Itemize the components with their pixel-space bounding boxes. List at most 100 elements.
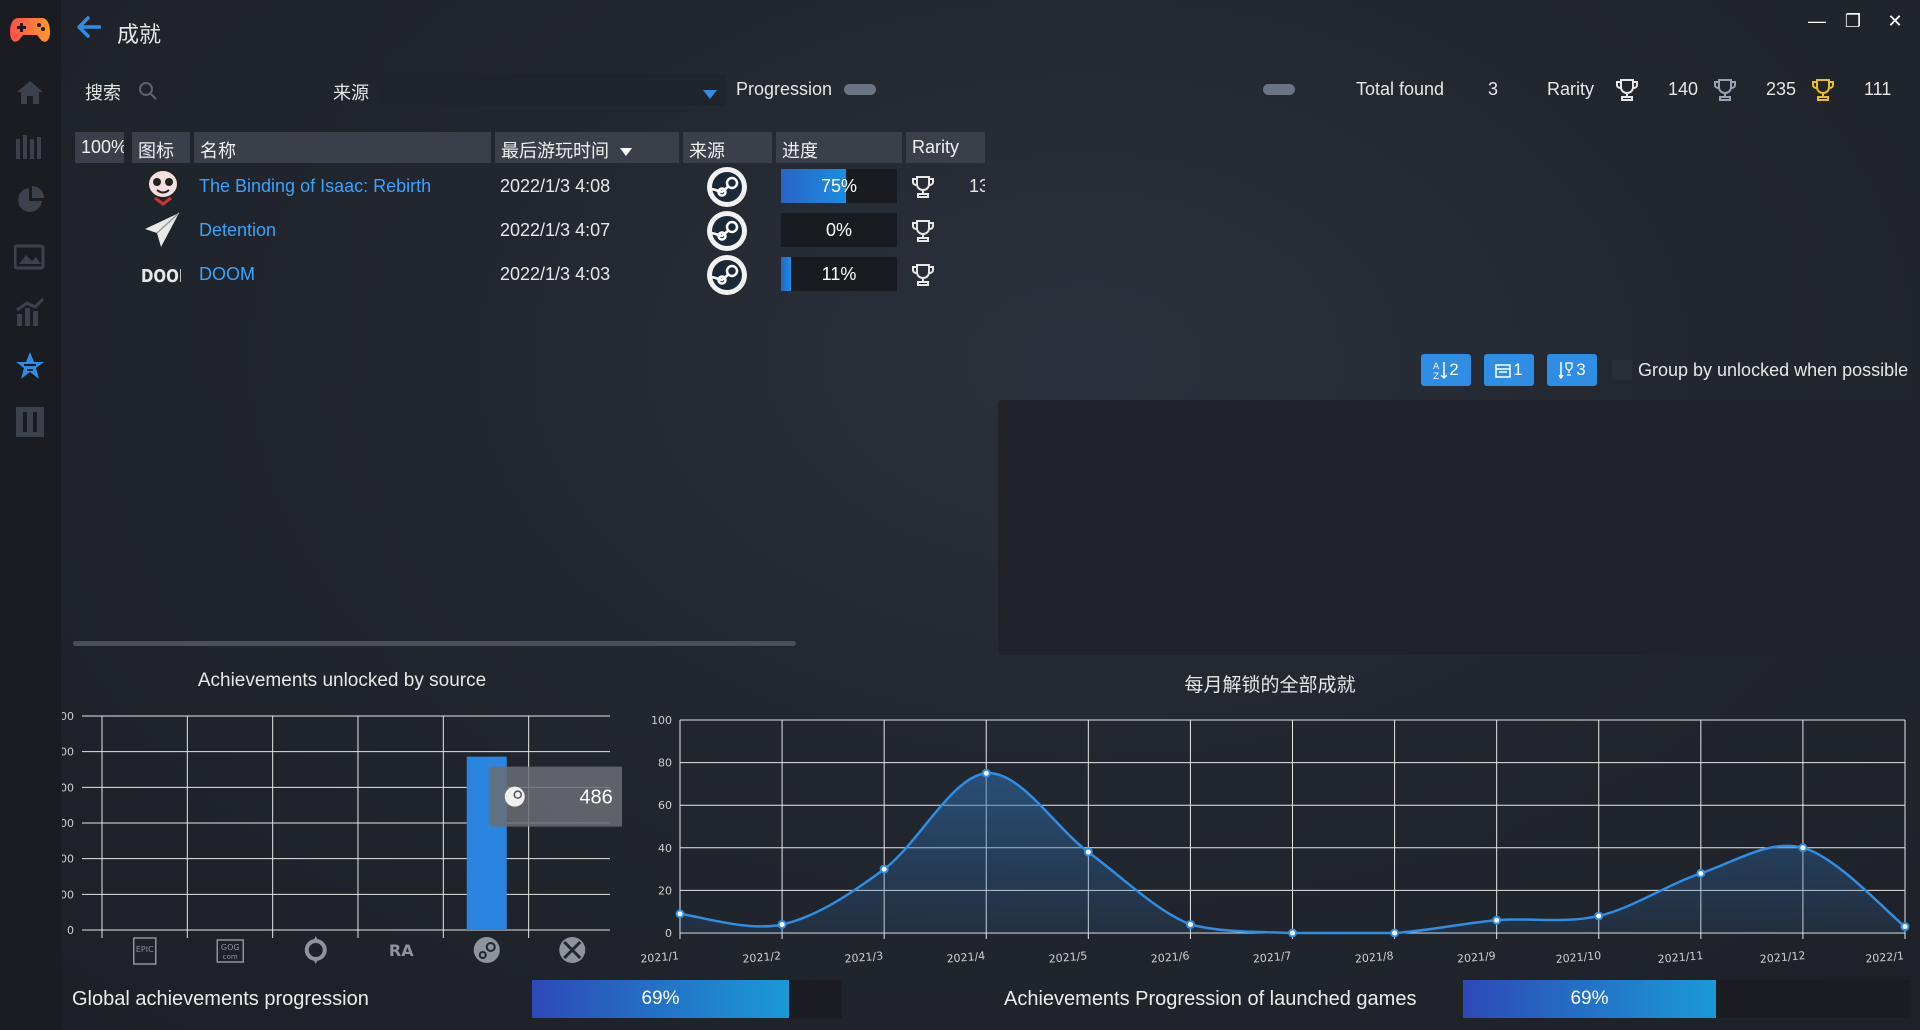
calendar-icon bbox=[1495, 364, 1512, 378]
y-tick-label: 600 bbox=[62, 710, 74, 723]
group-checkbox[interactable] bbox=[1612, 360, 1632, 380]
progression-label: Progression bbox=[736, 79, 833, 99]
progress-bar: 75% bbox=[781, 169, 897, 203]
progress-text: 75% bbox=[820, 176, 858, 196]
trophy-common-icon bbox=[1616, 78, 1638, 107]
achievement-detail-panel bbox=[998, 400, 1920, 655]
game-name-link[interactable]: DOOM bbox=[199, 264, 255, 285]
last-played-time: 2022/1/3 4:08 bbox=[500, 176, 611, 196]
search-icon[interactable] bbox=[138, 81, 158, 106]
monthly-area-chart: 0 20 40 60 80 100 2021/1 2021/2 2021/3 2021/4 2021… bbox=[640, 714, 1910, 966]
sort-alpha-icon: AZ bbox=[1433, 362, 1448, 380]
column-header-name[interactable]: 名称 bbox=[194, 132, 491, 163]
y-tick-label: 20 bbox=[658, 884, 672, 897]
retroachievements-icon: RA bbox=[389, 941, 414, 960]
svg-text:EPIC: EPIC bbox=[136, 945, 154, 954]
sidebar-toggle-icon[interactable] bbox=[12, 404, 48, 440]
table-row[interactable]: Detention 2022/1/3 4:07 0% bbox=[75, 209, 985, 253]
data-point bbox=[675, 909, 685, 919]
x-tick-label: 2021/3 bbox=[844, 949, 884, 965]
table-row[interactable]: The Binding of Isaac: Rebirth 2022/1/3 4… bbox=[75, 165, 985, 209]
bar-chart-title: Achievements unlocked by source bbox=[197, 670, 487, 691]
svg-text:com: com bbox=[223, 953, 238, 961]
column-header-rarity[interactable]: Rarity bbox=[906, 132, 985, 163]
data-point bbox=[777, 919, 787, 929]
x-tick-label: 2021/6 bbox=[1150, 949, 1190, 965]
pie-chart-icon[interactable] bbox=[12, 182, 48, 218]
x-tick-label: 2021/4 bbox=[946, 949, 986, 965]
y-tick-label: 400 bbox=[62, 781, 74, 794]
stats-icon[interactable] bbox=[12, 294, 48, 330]
y-tick-label: 100 bbox=[62, 888, 74, 901]
bar-tooltip: 486 bbox=[488, 766, 622, 827]
source-label: 来源 bbox=[333, 83, 369, 103]
last-played-time: 2022/1/3 4:07 bbox=[500, 220, 611, 240]
svg-text:Z: Z bbox=[1433, 372, 1439, 380]
progress-bar: 0% bbox=[781, 213, 897, 247]
sort-rarity-button[interactable]: 3 bbox=[1547, 354, 1597, 386]
x-tick-label: 2021/10 bbox=[1555, 949, 1602, 966]
column-header-last-played[interactable]: 最后游玩时间 bbox=[495, 132, 679, 163]
title-bar: 成就 — ❐ ✕ bbox=[61, 0, 1920, 62]
table-horizontal-scrollbar[interactable] bbox=[73, 641, 796, 646]
game-name-link[interactable]: Detention bbox=[199, 220, 276, 241]
close-button[interactable]: ✕ bbox=[1883, 10, 1907, 32]
gallery-icon[interactable] bbox=[12, 238, 48, 274]
y-tick-label: 40 bbox=[658, 842, 672, 855]
data-point bbox=[1798, 843, 1808, 853]
column-header-completion[interactable]: 100% bbox=[75, 132, 124, 163]
maximize-button[interactable]: ❐ bbox=[1841, 10, 1865, 32]
steam-source-icon bbox=[707, 211, 747, 251]
sort-alpha-button[interactable]: AZ 2 bbox=[1421, 354, 1471, 386]
column-header-last-played-label: 最后游玩时间 bbox=[501, 141, 609, 161]
source-dropdown[interactable] bbox=[380, 74, 725, 106]
sort-date-button[interactable]: 1 bbox=[1484, 354, 1534, 386]
data-point bbox=[1288, 928, 1297, 938]
total-found-value: 3 bbox=[1488, 79, 1499, 99]
steam-source-icon bbox=[707, 255, 747, 295]
x-tick-label: 2021/8 bbox=[1354, 949, 1394, 965]
tooltip-value: 486 bbox=[579, 787, 612, 809]
page-title: 成就 bbox=[117, 22, 162, 47]
y-tick-label: 300 bbox=[62, 817, 74, 830]
group-by-unlocked-label: Group by unlocked when possible bbox=[1638, 360, 1909, 380]
x-tick-label: 2021/12 bbox=[1759, 949, 1806, 966]
global-progress-text: 69% bbox=[641, 988, 680, 1009]
sort-rarity-icon bbox=[1558, 362, 1573, 379]
minimize-button[interactable]: — bbox=[1805, 10, 1829, 32]
svg-text:RA: RA bbox=[389, 941, 414, 960]
y-tick-label: 100 bbox=[651, 714, 672, 727]
rarity-label: Rarity bbox=[1547, 79, 1595, 99]
data-point bbox=[1900, 922, 1910, 932]
table-row[interactable]: DOOM DOOM 2022/1/3 4:03 11% bbox=[75, 253, 985, 297]
launched-progression-label: Achievements Progression of launched gam… bbox=[1004, 988, 1417, 1010]
sort-date-order: 1 bbox=[1513, 360, 1523, 379]
paper-plane-game-icon bbox=[143, 211, 181, 254]
achievements-star-icon[interactable] bbox=[12, 348, 48, 384]
column-header-icon[interactable]: 图标 bbox=[132, 132, 190, 163]
svg-text:GOG: GOG bbox=[221, 943, 240, 952]
y-tick-label: 0 bbox=[67, 924, 74, 937]
sidebar bbox=[0, 0, 61, 1030]
home-icon[interactable] bbox=[12, 74, 48, 110]
data-point bbox=[1083, 847, 1093, 857]
library-icon[interactable] bbox=[12, 128, 48, 164]
svg-text:A: A bbox=[1433, 362, 1440, 372]
search-input[interactable] bbox=[160, 74, 310, 106]
trophy-icon bbox=[912, 263, 934, 292]
rarity-uncommon-count: 235 bbox=[1766, 79, 1797, 99]
x-tick-label: 2021/9 bbox=[1457, 949, 1497, 965]
back-arrow-icon[interactable] bbox=[77, 16, 102, 43]
column-header-source[interactable]: 来源 bbox=[683, 132, 772, 163]
x-tick-label: 2021/5 bbox=[1048, 949, 1088, 965]
game-name-link[interactable]: The Binding of Isaac: Rebirth bbox=[199, 176, 431, 197]
progression-slider-max[interactable] bbox=[1263, 84, 1295, 95]
source-bar-chart: 0 100 200 300 400 500 600 EPIC GOGcom RA 486 bbox=[62, 710, 622, 965]
launched-progress-text: 69% bbox=[1570, 988, 1609, 1009]
rarity-common-count: 140 bbox=[1668, 79, 1699, 99]
svg-text:DOOM: DOOM bbox=[141, 266, 181, 285]
column-header-progress[interactable]: 进度 bbox=[776, 132, 902, 163]
trophy-uncommon-icon bbox=[1714, 78, 1736, 107]
progression-slider[interactable] bbox=[844, 84, 876, 95]
rarity-value: 13 bbox=[969, 176, 985, 196]
